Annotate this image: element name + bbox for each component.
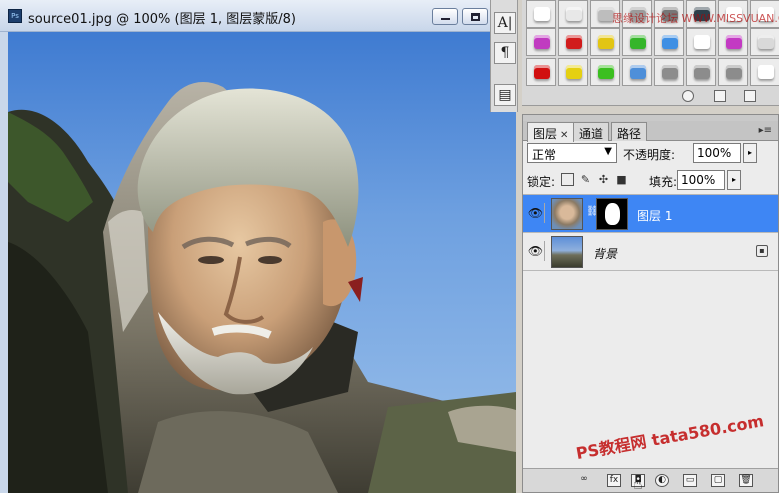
- document-title: source01.jpg @ 100% (图层 1, 图层蒙版/8): [28, 12, 296, 27]
- style-swatch[interactable]: [526, 58, 556, 86]
- layer-name[interactable]: 背景: [593, 245, 617, 262]
- document-canvas[interactable]: [8, 32, 516, 493]
- style-preview-icon: [630, 65, 646, 79]
- layer-comps-button[interactable]: ▤: [494, 84, 516, 106]
- style-preview-icon: [726, 35, 742, 49]
- tab-layers-label: 图层: [533, 127, 558, 141]
- photoshop-workspace: Ps source01.jpg @ 100% (图层 1, 图层蒙版/8) A|…: [0, 0, 779, 493]
- layer-row-layer1[interactable]: 👁 ⛓ 图层 1: [523, 195, 778, 233]
- character-panel-button[interactable]: A|: [494, 12, 516, 34]
- style-swatch[interactable]: [750, 28, 779, 56]
- watermark-top: 思缘设计论坛 WWW.MISSVUAN.COM: [612, 12, 779, 25]
- new-layer-icon[interactable]: ▢: [711, 474, 725, 487]
- tab-layers[interactable]: 图层 ✕: [527, 122, 575, 142]
- hand-cursor-icon: ☝: [633, 474, 643, 493]
- chevron-down-icon: ▼: [604, 146, 612, 157]
- lock-icon: ▪: [756, 245, 768, 257]
- minimize-icon: [441, 18, 450, 20]
- panel-menu-icon[interactable]: ▸≡: [759, 125, 772, 136]
- maximize-icon: [471, 13, 480, 21]
- lock-transparency-icon[interactable]: [561, 173, 574, 186]
- style-preview-icon: [694, 65, 710, 79]
- lock-position-icon[interactable]: ✣: [597, 173, 610, 186]
- style-preview-icon: [534, 35, 550, 49]
- lock-row: 锁定: ✎ ✣ ■ 填充: 100% ▸: [527, 170, 777, 192]
- style-preview-icon: [694, 35, 710, 49]
- style-preview-icon: [662, 65, 678, 79]
- new-group-icon[interactable]: ▭: [683, 474, 697, 487]
- minimize-button[interactable]: [432, 8, 458, 25]
- style-swatch[interactable]: [526, 0, 556, 28]
- style-preview-icon: [598, 35, 614, 49]
- style-preview-icon: [566, 65, 582, 79]
- style-preview-icon: [566, 35, 582, 49]
- layer-thumbnail[interactable]: [551, 198, 583, 230]
- blend-row: 正常 ▼ 不透明度: 100% ▸: [527, 143, 777, 165]
- style-preview-icon: [758, 65, 774, 79]
- visibility-eye-icon[interactable]: 👁: [527, 241, 545, 261]
- tab-paths-label: 路径: [617, 127, 642, 141]
- style-swatch[interactable]: [590, 28, 620, 56]
- new-style-icon[interactable]: [714, 90, 726, 102]
- opacity-input[interactable]: 100%: [693, 143, 741, 163]
- panel-tabs: 图层 ✕ 通道 路径 ▸≡: [523, 121, 778, 142]
- close-tab-icon[interactable]: ✕: [560, 130, 568, 141]
- style-swatch[interactable]: [718, 28, 748, 56]
- style-swatch[interactable]: [558, 28, 588, 56]
- document-titlebar[interactable]: Ps source01.jpg @ 100% (图层 1, 图层蒙版/8): [0, 0, 516, 32]
- style-swatch[interactable]: [654, 28, 684, 56]
- style-swatch[interactable]: [750, 58, 779, 86]
- style-preview-icon: [758, 35, 774, 49]
- style-preview-icon: [630, 35, 646, 49]
- clear-style-icon[interactable]: [682, 90, 694, 102]
- style-preview-icon: [566, 7, 582, 21]
- style-swatch[interactable]: [558, 0, 588, 28]
- style-preview-icon: [534, 7, 550, 21]
- styles-footer: [522, 88, 779, 106]
- opacity-slider-button[interactable]: ▸: [743, 143, 757, 163]
- style-swatch[interactable]: [590, 58, 620, 86]
- blend-mode-value: 正常: [532, 148, 557, 162]
- tab-channels-label: 通道: [579, 127, 604, 141]
- style-swatch[interactable]: [622, 58, 652, 86]
- maximize-button[interactable]: [462, 8, 488, 25]
- lock-pixels-icon[interactable]: ✎: [579, 173, 592, 186]
- delete-style-icon[interactable]: [744, 90, 756, 102]
- document-window: Ps source01.jpg @ 100% (图层 1, 图层蒙版/8): [0, 0, 516, 493]
- style-preview-icon: [662, 35, 678, 49]
- style-preview-icon: [598, 65, 614, 79]
- layer-style-icon[interactable]: fx: [607, 474, 621, 487]
- style-swatch[interactable]: [718, 58, 748, 86]
- layer-thumbnail[interactable]: [551, 236, 583, 268]
- fill-slider-button[interactable]: ▸: [727, 170, 741, 190]
- tool-strip: A| ¶ ▤: [490, 0, 518, 112]
- link-layers-icon[interactable]: ∞: [577, 474, 591, 487]
- photoshop-file-icon: Ps: [8, 9, 22, 23]
- style-swatch[interactable]: [558, 58, 588, 86]
- adjustment-layer-icon[interactable]: ◐: [655, 474, 669, 487]
- tab-channels[interactable]: 通道: [573, 122, 610, 141]
- lock-label: 锁定:: [527, 175, 556, 189]
- paragraph-panel-button[interactable]: ¶: [494, 42, 516, 64]
- layer-mask-thumbnail[interactable]: [596, 198, 628, 230]
- tab-paths[interactable]: 路径: [611, 122, 648, 141]
- fill-label: 填充:: [649, 175, 678, 189]
- style-swatch[interactable]: [622, 28, 652, 56]
- opacity-label: 不透明度:: [623, 148, 676, 162]
- layer-name[interactable]: 图层 1: [637, 207, 672, 224]
- blend-mode-select[interactable]: 正常 ▼: [527, 143, 617, 163]
- fill-input[interactable]: 100%: [677, 170, 725, 190]
- composite-image: [8, 82, 516, 493]
- layer-row-background[interactable]: 👁 背景 ▪: [523, 233, 778, 271]
- style-preview-icon: [534, 65, 550, 79]
- style-preview-icon: [726, 65, 742, 79]
- style-swatch[interactable]: [526, 28, 556, 56]
- delete-layer-icon[interactable]: 🗑: [739, 474, 753, 487]
- style-swatch[interactable]: [686, 58, 716, 86]
- visibility-eye-icon[interactable]: 👁: [527, 203, 545, 223]
- style-swatch[interactable]: [654, 58, 684, 86]
- lock-all-icon[interactable]: ■: [615, 173, 628, 186]
- style-swatch[interactable]: [686, 28, 716, 56]
- layers-footer: ∞ fx ◘ ◐ ▭ ▢ 🗑: [523, 468, 778, 492]
